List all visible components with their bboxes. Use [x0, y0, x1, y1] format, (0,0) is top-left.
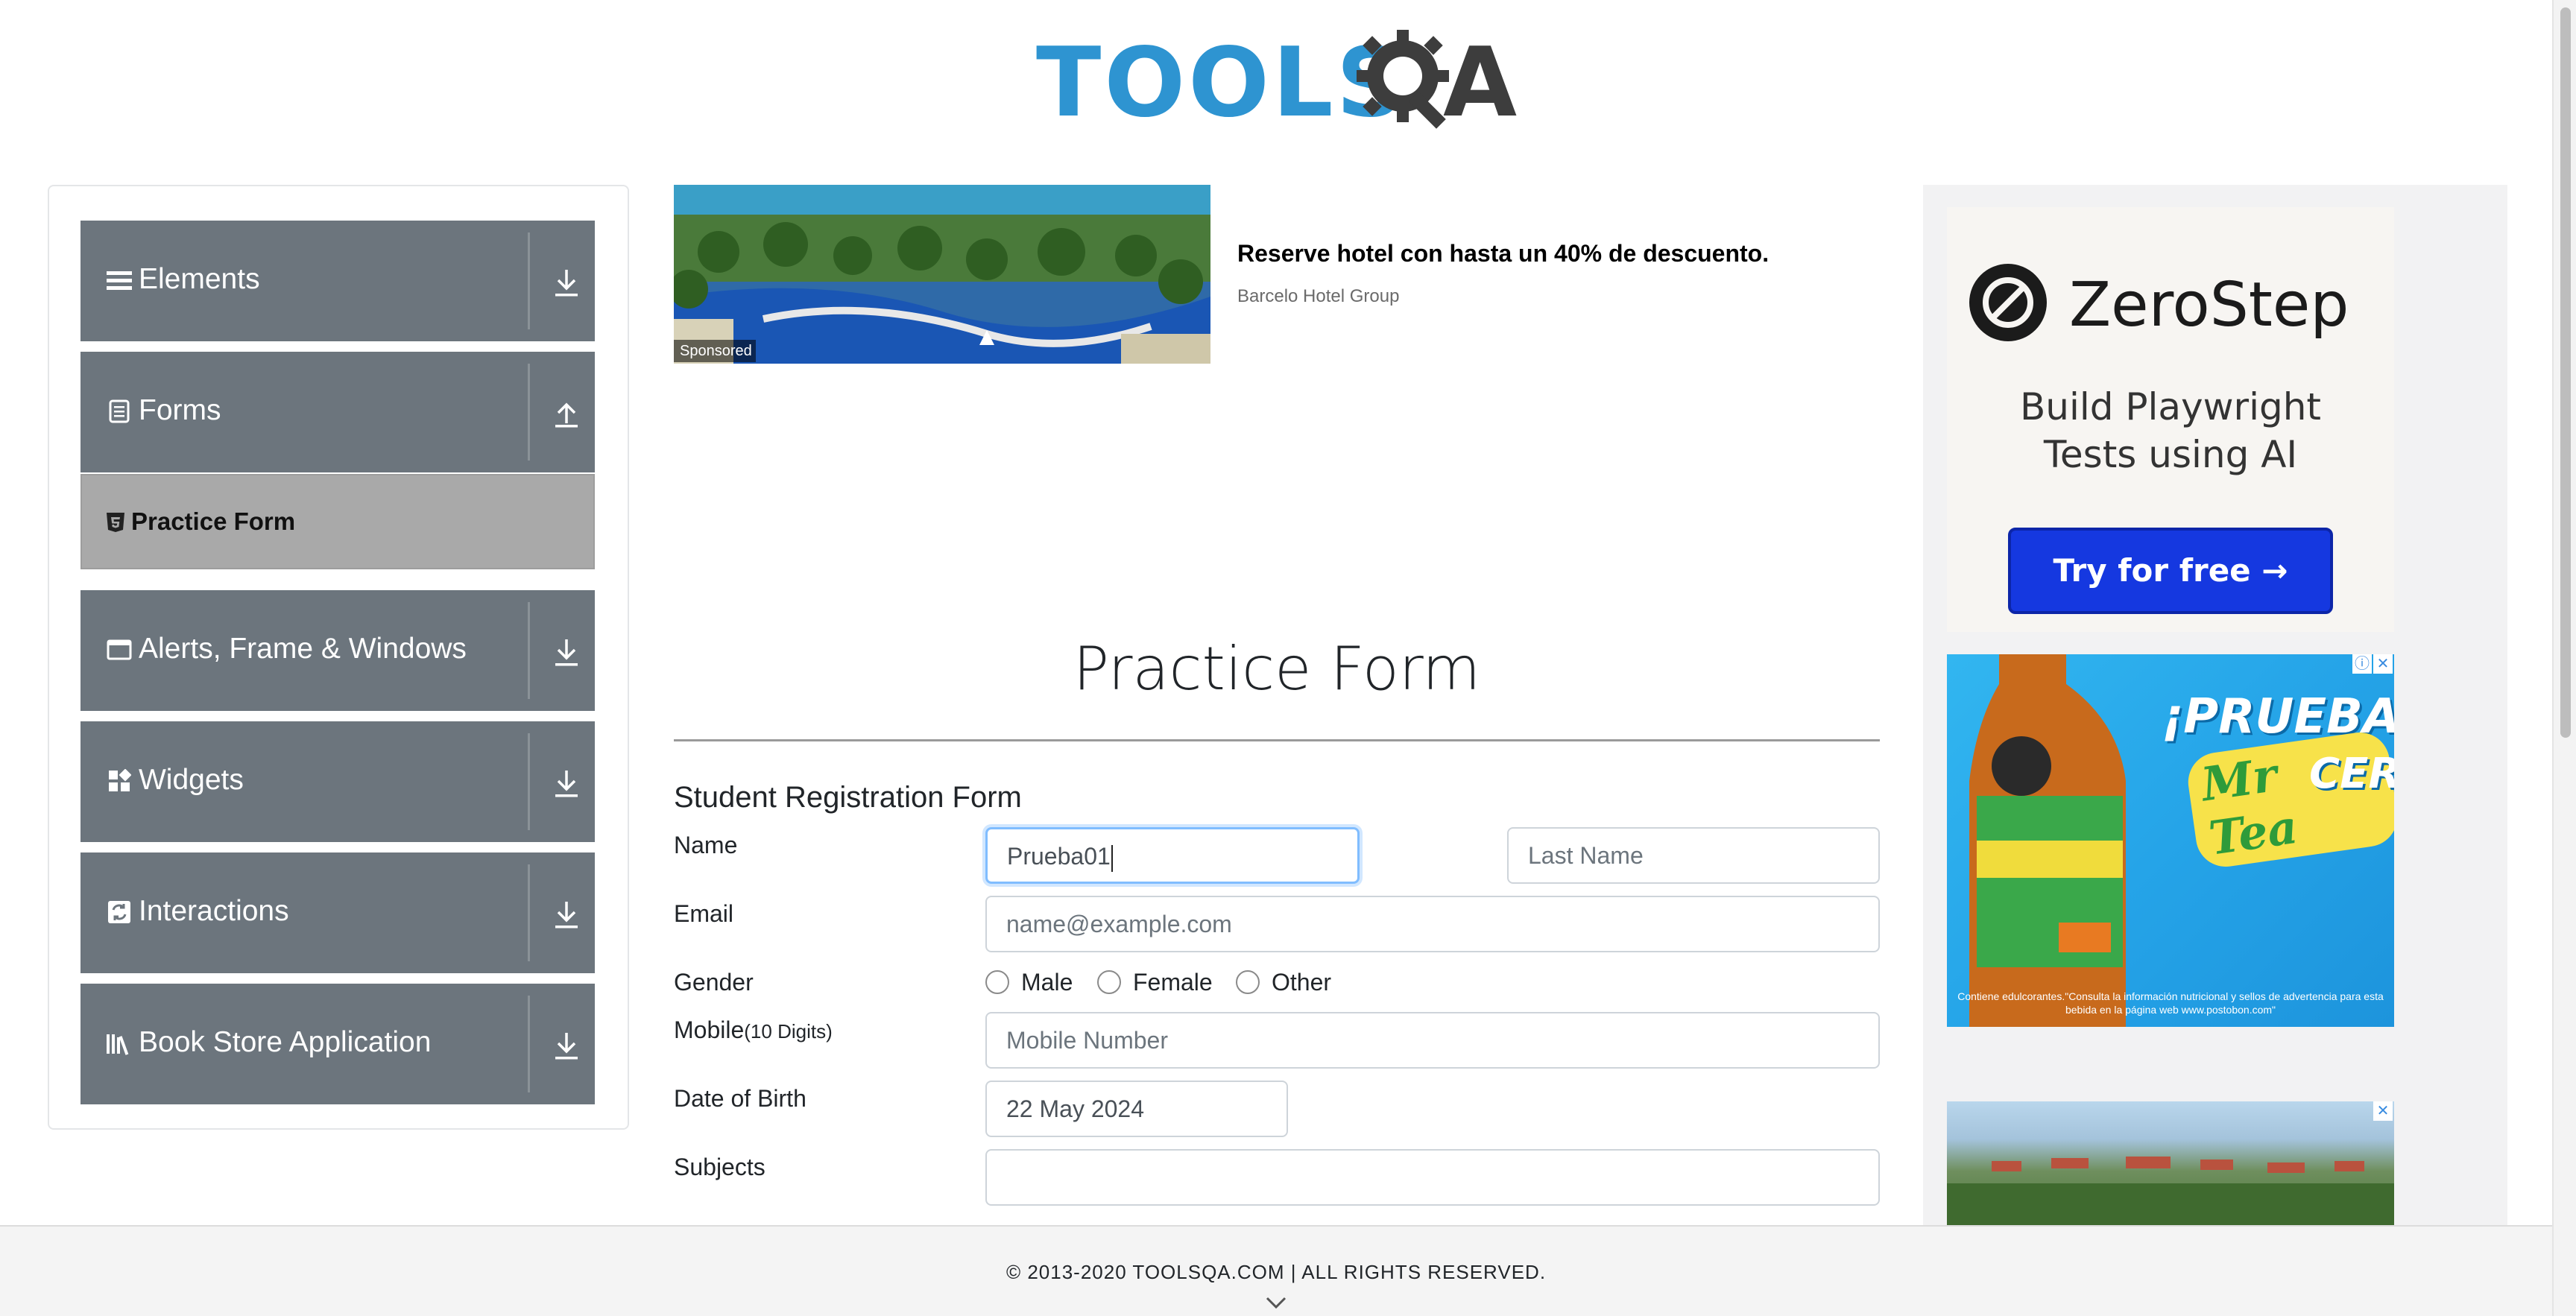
divider [528, 864, 530, 961]
sidebar-group-forms[interactable]: Forms [80, 352, 595, 472]
mobile-hint: (10 Digits) [744, 1020, 833, 1043]
dob-input[interactable]: 22 May 2024 [985, 1081, 1288, 1137]
radio-label: Male [1021, 968, 1073, 996]
zerostep-brand: ZeroStep [2069, 270, 2349, 341]
sidebar-group-label: Widgets [139, 764, 244, 796]
email-input[interactable]: name@example.com [985, 896, 1880, 952]
ad-close-icon[interactable]: ✕ [2373, 1101, 2393, 1121]
tagline-line: Build Playwright [2019, 385, 2322, 428]
divider [528, 996, 530, 1092]
toolsqa-logo[interactable]: TOOLS A [1036, 21, 1521, 140]
mobile-label-text: Mobile [674, 1016, 745, 1043]
gender-option-male[interactable]: Male [985, 966, 1073, 999]
bottle-image [1969, 654, 2126, 1027]
ad-headline-link[interactable]: Reserve hotel con hasta un 40% de descue… [1237, 240, 1769, 268]
last-name-input[interactable]: Last Name [1507, 827, 1880, 884]
first-name-input[interactable]: Prueba01 [985, 827, 1360, 884]
window-icon [106, 636, 133, 663]
sidebar-item-practice-form[interactable]: Practice Form [80, 474, 595, 569]
resort-ad-image[interactable] [674, 185, 1210, 364]
divider [528, 602, 530, 699]
email-label: Email [674, 900, 734, 927]
gender-label: Gender [674, 969, 754, 996]
subjects-label: Subjects [674, 1154, 765, 1180]
expand-arrow-icon[interactable] [552, 897, 581, 931]
sidebar-group-widgets[interactable]: Widgets [80, 721, 595, 842]
try-for-free-button[interactable]: Try for free → [2008, 528, 2333, 614]
sidebar-group-label: Interactions [139, 895, 289, 927]
tea-cero: CERO [2309, 750, 2394, 798]
zerostep-tagline: Build Playwright Tests using AI [1947, 383, 2394, 478]
zerostep-logo-icon [1969, 264, 2047, 341]
sidebar-group-label: Forms [139, 394, 221, 426]
radio-button[interactable] [1097, 970, 1121, 994]
expand-arrow-icon[interactable] [552, 265, 581, 300]
sidebar-group-interactions[interactable]: Interactions [80, 852, 595, 973]
mobile-label: Mobile(10 Digits) [674, 1013, 833, 1048]
sidebar-group-label: Elements [139, 263, 260, 295]
chevron-down-icon[interactable] [1266, 1295, 1287, 1310]
hotel-aerial-ad[interactable]: ✕ [1947, 1101, 2394, 1228]
form-heading: Student Registration Form [674, 781, 1022, 814]
sidebar-group-label: Book Store Application [139, 1026, 432, 1058]
mobile-input[interactable]: Mobile Number [985, 1012, 1880, 1069]
tagline-line: Tests using AI [2043, 433, 2298, 476]
widgets-icon [106, 768, 133, 794]
form-icon [106, 398, 133, 425]
name-label: Name [674, 832, 738, 858]
sidebar-group-elements[interactable]: Elements [80, 221, 595, 341]
collapse-arrow-icon[interactable] [552, 396, 581, 431]
sidebar-group-label: Alerts, Frame & Windows [139, 633, 467, 665]
divider [528, 364, 530, 461]
radio-button[interactable] [985, 970, 1009, 994]
gender-option-other[interactable]: Other [1236, 966, 1331, 999]
footer: © 2013-2020 TOOLSQA.COM | ALL RIGHTS RES… [0, 1225, 2552, 1316]
radio-button[interactable] [1236, 970, 1260, 994]
radio-label: Female [1133, 968, 1213, 996]
sidebar-group-alerts-frame-windows[interactable]: Alerts, Frame & Windows [80, 590, 595, 711]
first-name-value: Prueba01 [1007, 843, 1111, 870]
ad-advertiser: Barcelo Hotel Group [1237, 286, 1400, 306]
divider [528, 733, 530, 830]
divider [528, 232, 530, 329]
mr-tea-ad[interactable]: ¡PRUEBA UN Mr Tea CERO Contiene edulcora… [1947, 654, 2394, 1027]
tea-fine-print: Contiene edulcorantes."Consulta la infor… [1957, 990, 2384, 1016]
ad-close-icon[interactable]: ✕ [2373, 654, 2393, 674]
expand-arrow-icon[interactable] [552, 766, 581, 800]
expand-arrow-icon[interactable] [552, 635, 581, 669]
sidebar-group-book-store-application[interactable]: Book Store Application [80, 984, 595, 1104]
footer-copyright: © 2013-2020 TOOLSQA.COM | ALL RIGHTS RES… [1006, 1261, 1547, 1283]
subjects-input[interactable] [985, 1149, 1880, 1206]
ad-info-icon[interactable]: ⓘ [2352, 654, 2372, 674]
logo-text-accent: A [1443, 28, 1518, 139]
zerostep-ad[interactable]: ZeroStep Build Playwright Tests using AI… [1947, 207, 2394, 632]
gender-option-female[interactable]: Female [1097, 966, 1213, 999]
page-title: Practice Form [1073, 634, 1481, 703]
interactions-icon [106, 899, 133, 926]
list-icon [106, 267, 133, 294]
expand-arrow-icon[interactable] [552, 1028, 581, 1063]
aerial-image [1947, 1157, 2394, 1228]
dob-label: Date of Birth [674, 1085, 806, 1112]
sponsored-badge: Sponsored [674, 340, 756, 362]
sidebar-item-label: Practice Form [131, 507, 296, 535]
html5-icon [107, 513, 124, 532]
text-caret [1111, 844, 1113, 872]
title-divider [674, 739, 1880, 741]
page-scrollbar[interactable] [2552, 0, 2576, 1316]
radio-label: Other [1272, 968, 1332, 996]
scrollbar-thumb[interactable] [2560, 7, 2571, 738]
sidebar: Elements Forms Practice Form Alerts, Fra… [48, 185, 629, 1130]
library-icon [106, 1030, 133, 1057]
